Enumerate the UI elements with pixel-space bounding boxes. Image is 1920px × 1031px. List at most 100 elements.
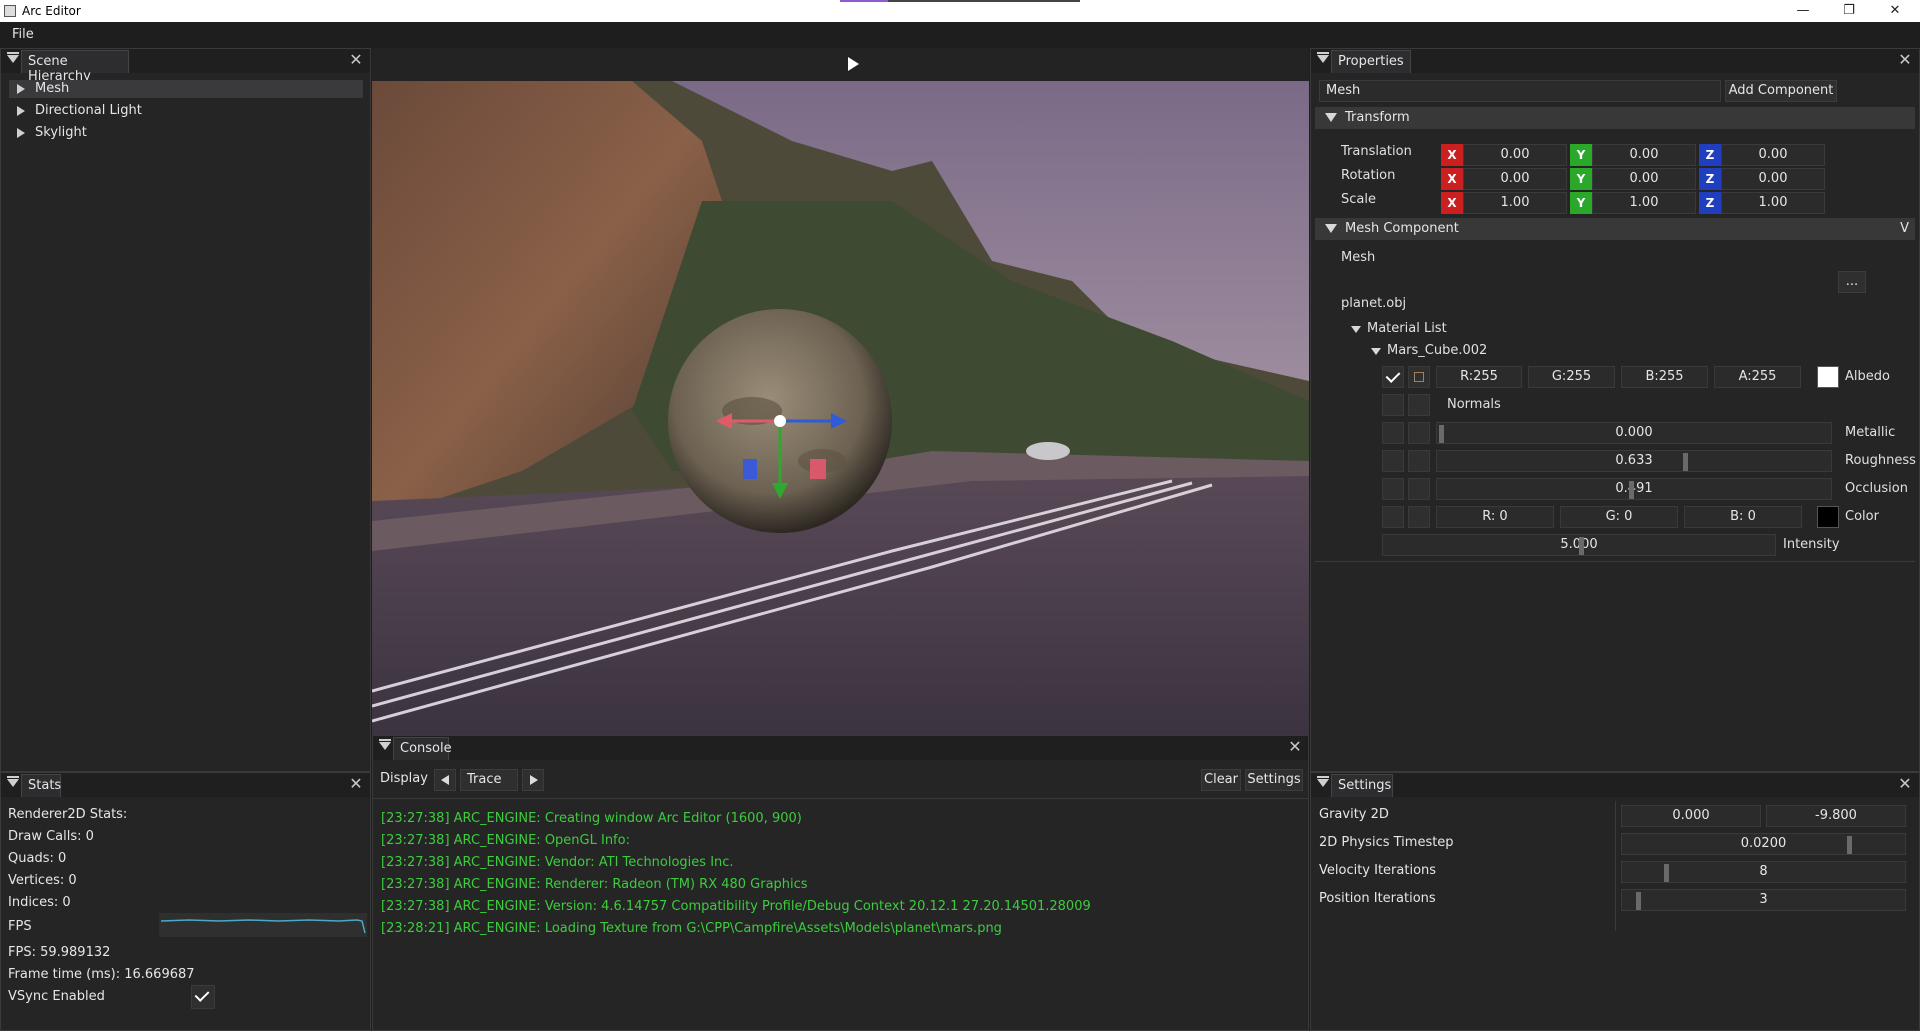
expand-arrow-icon[interactable] — [17, 128, 25, 138]
slider-handle[interactable] — [1683, 453, 1689, 471]
mesh-label: Mesh — [1341, 250, 1376, 265]
level-prev-button[interactable] — [434, 769, 456, 791]
color-swatch[interactable] — [1817, 506, 1839, 528]
translation-x-field[interactable]: 0.00 — [1463, 144, 1567, 166]
slider-handle[interactable] — [1439, 425, 1444, 443]
axis-y-button[interactable]: Y — [1570, 168, 1592, 190]
albedo-r-field[interactable]: R:255 — [1436, 366, 1522, 388]
close-icon[interactable]: ✕ — [348, 776, 364, 792]
tab-properties[interactable]: Properties — [1331, 50, 1411, 73]
axis-x-button[interactable]: X — [1441, 144, 1463, 166]
axis-z-button[interactable]: Z — [1699, 192, 1721, 214]
tree-item-directional-light[interactable]: Directional Light — [9, 102, 363, 120]
occlusion-slider[interactable]: 0.491 — [1436, 478, 1832, 500]
axis-x-button[interactable]: X — [1441, 168, 1463, 190]
add-component-button[interactable]: Add Component — [1725, 80, 1837, 102]
menu-file[interactable]: File — [12, 27, 34, 42]
panel-menu-icon[interactable] — [1317, 776, 1329, 787]
axis-x-button[interactable]: X — [1441, 192, 1463, 214]
slider-handle[interactable] — [1636, 892, 1641, 910]
vsync-label: VSync Enabled — [8, 989, 105, 1004]
browse-mesh-button[interactable]: ... — [1838, 271, 1866, 293]
metallic-map-checkbox[interactable] — [1382, 422, 1404, 444]
expand-arrow-icon[interactable] — [17, 106, 25, 116]
close-icon[interactable]: ✕ — [348, 52, 364, 68]
vsync-checkbox[interactable] — [191, 985, 215, 1009]
minimize-icon[interactable]: — — [1780, 0, 1826, 22]
close-icon[interactable]: ✕ — [1897, 52, 1913, 68]
scene-viewport[interactable] — [372, 81, 1309, 735]
albedo-b-field[interactable]: B:255 — [1621, 366, 1708, 388]
color-g-field[interactable]: G: 0 — [1560, 506, 1678, 528]
restore-icon[interactable]: ❐ — [1826, 0, 1872, 22]
panel-menu-icon[interactable] — [7, 52, 19, 63]
play-icon[interactable] — [842, 53, 864, 75]
slider-handle[interactable] — [1847, 836, 1852, 854]
metallic-value: 0.000 — [1615, 425, 1653, 440]
axis-y-button[interactable]: Y — [1570, 144, 1592, 166]
close-icon[interactable]: ✕ — [1287, 739, 1303, 755]
tab-console[interactable]: Console — [393, 737, 452, 760]
albedo-texture-slot[interactable] — [1408, 366, 1430, 388]
slider-handle[interactable] — [1664, 864, 1669, 882]
color-r-field[interactable]: R: 0 — [1436, 506, 1554, 528]
entity-name-input[interactable]: Mesh — [1319, 80, 1721, 102]
translation-z-field[interactable]: 0.00 — [1721, 144, 1825, 166]
log-level-select[interactable]: Trace — [460, 769, 518, 791]
scale-z-field[interactable]: 1.00 — [1721, 192, 1825, 214]
metallic-texture-slot[interactable] — [1408, 422, 1430, 444]
translation-y-field[interactable]: 0.00 — [1592, 144, 1696, 166]
occlusion-map-checkbox[interactable] — [1382, 478, 1404, 500]
albedo-color-swatch[interactable] — [1817, 366, 1839, 388]
panel-menu-icon[interactable] — [379, 739, 391, 750]
console-settings-button[interactable]: Settings — [1245, 769, 1303, 791]
metallic-slider[interactable]: 0.000 — [1436, 422, 1832, 444]
material-node[interactable]: Mars_Cube.002 — [1371, 343, 1671, 361]
material-list-node[interactable]: Material List — [1351, 321, 1651, 339]
roughness-slider[interactable]: 0.633 — [1436, 450, 1832, 472]
mesh-component-header[interactable]: Mesh Component V — [1315, 218, 1915, 240]
axis-z-button[interactable]: Z — [1699, 144, 1721, 166]
slider-handle[interactable] — [1579, 537, 1584, 555]
timestep-slider[interactable]: 0.0200 — [1621, 833, 1906, 855]
occlusion-texture-slot[interactable] — [1408, 478, 1430, 500]
roughness-map-checkbox[interactable] — [1382, 450, 1404, 472]
axis-z-button[interactable]: Z — [1699, 168, 1721, 190]
albedo-a-field[interactable]: A:255 — [1714, 366, 1801, 388]
level-next-button[interactable] — [522, 769, 544, 791]
normals-texture-slot[interactable] — [1408, 394, 1430, 416]
panel-menu-icon[interactable] — [1317, 52, 1329, 63]
expand-arrow-icon[interactable] — [17, 84, 25, 94]
tree-item-mesh[interactable]: Mesh — [9, 80, 363, 98]
panel-menu-icon[interactable] — [7, 776, 19, 787]
position-iterations-slider[interactable]: 3 — [1621, 889, 1906, 911]
tab-scene-hierarchy[interactable]: Scene Hierarchy — [21, 50, 129, 84]
tab-settings[interactable]: Settings — [1331, 774, 1393, 797]
component-menu-button[interactable]: V — [1900, 218, 1909, 240]
albedo-g-field[interactable]: G:255 — [1528, 366, 1615, 388]
timestep-label: 2D Physics Timestep — [1319, 835, 1454, 850]
close-window-icon[interactable]: ✕ — [1872, 0, 1918, 22]
scale-x-field[interactable]: 1.00 — [1463, 192, 1567, 214]
clear-button[interactable]: Clear — [1201, 769, 1241, 791]
albedo-map-checkbox[interactable] — [1382, 366, 1404, 388]
gravity-x-field[interactable]: 0.000 — [1621, 805, 1761, 827]
roughness-texture-slot[interactable] — [1408, 450, 1430, 472]
transform-header[interactable]: Transform — [1315, 107, 1915, 129]
scale-y-field[interactable]: 1.00 — [1592, 192, 1696, 214]
rotation-y-field[interactable]: 0.00 — [1592, 168, 1696, 190]
color-b-field[interactable]: B: 0 — [1684, 506, 1802, 528]
normals-map-checkbox[interactable] — [1382, 394, 1404, 416]
rotation-z-field[interactable]: 0.00 — [1721, 168, 1825, 190]
tab-stats[interactable]: Stats — [21, 774, 61, 797]
close-icon[interactable]: ✕ — [1897, 776, 1913, 792]
tree-item-skylight[interactable]: Skylight — [9, 124, 363, 142]
velocity-iterations-slider[interactable]: 8 — [1621, 861, 1906, 883]
emission-texture-slot[interactable] — [1408, 506, 1430, 528]
emission-map-checkbox[interactable] — [1382, 506, 1404, 528]
rotation-x-field[interactable]: 0.00 — [1463, 168, 1567, 190]
gravity-y-field[interactable]: -9.800 — [1766, 805, 1906, 827]
intensity-slider[interactable]: 5.000 — [1382, 534, 1776, 556]
slider-handle[interactable] — [1628, 481, 1634, 499]
axis-y-button[interactable]: Y — [1570, 192, 1592, 214]
